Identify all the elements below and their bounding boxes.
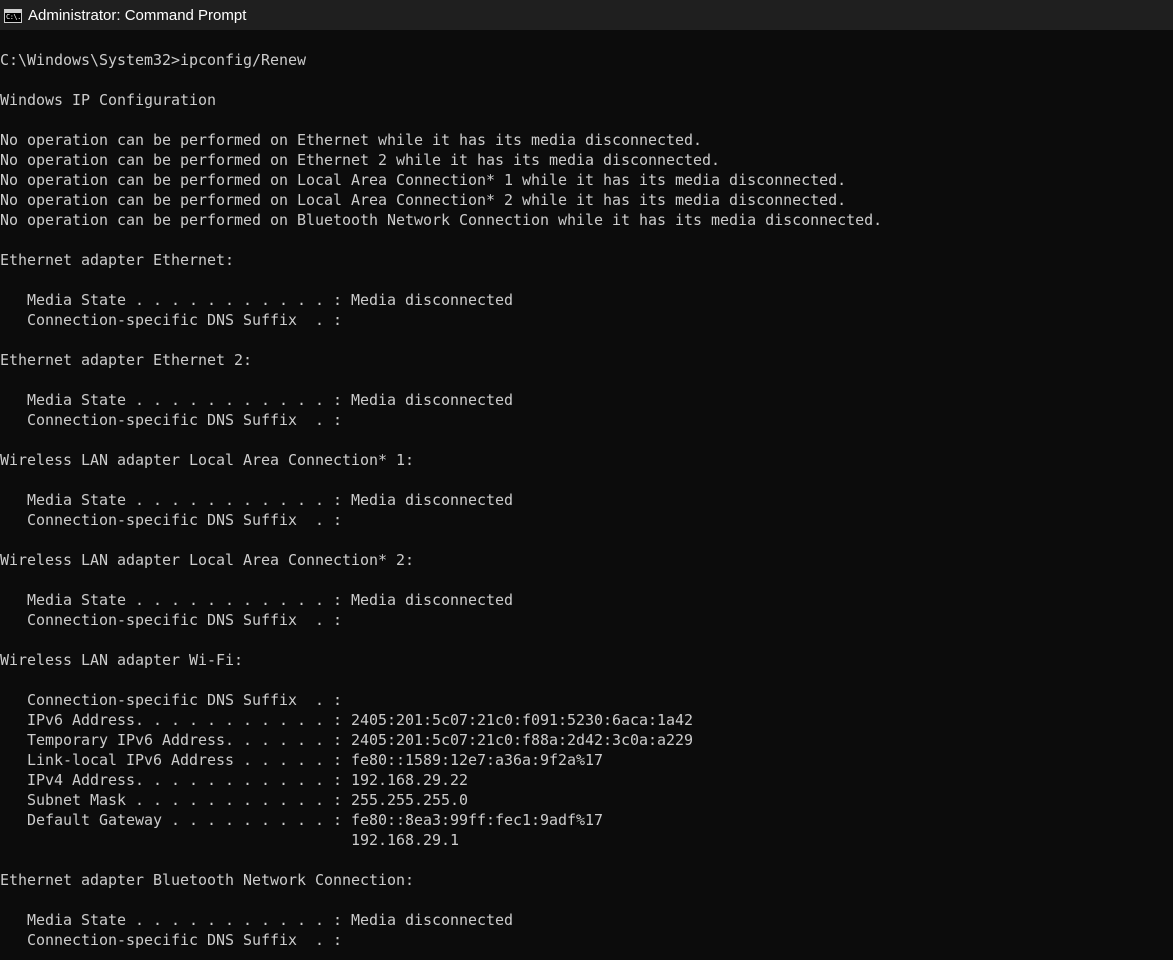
console-line: Default Gateway . . . . . . . . . : fe80… (0, 811, 604, 829)
console-line: No operation can be performed on Local A… (0, 191, 847, 209)
console-line: Media State . . . . . . . . . . . : Medi… (0, 911, 514, 929)
console-line: Subnet Mask . . . . . . . . . . . : 255.… (0, 791, 469, 809)
console-line: IPv4 Address. . . . . . . . . . . : 192.… (0, 771, 469, 789)
console-line: Media State . . . . . . . . . . . : Medi… (0, 491, 514, 509)
console-line: No operation can be performed on Local A… (0, 171, 847, 189)
console-line: Connection-specific DNS Suffix . : (0, 411, 343, 429)
console-line: 192.168.29.1 (0, 831, 460, 849)
console-line: Connection-specific DNS Suffix . : (0, 691, 343, 709)
title-bar[interactable]: C:\. Administrator: Command Prompt (0, 0, 1173, 30)
console-line: Windows IP Configuration (0, 91, 217, 109)
console-line: No operation can be performed on Etherne… (0, 131, 703, 149)
console-line: IPv6 Address. . . . . . . . . . . : 2405… (0, 711, 694, 729)
console-line: Media State . . . . . . . . . . . : Medi… (0, 591, 514, 609)
console-line: Media State . . . . . . . . . . . : Medi… (0, 391, 514, 409)
console-line: Ethernet adapter Ethernet 2: (0, 351, 253, 369)
console-line: Wireless LAN adapter Local Area Connecti… (0, 451, 415, 469)
window-title: Administrator: Command Prompt (28, 6, 247, 24)
console-line: C:\Windows\System32>ipconfig/Renew (0, 51, 307, 69)
console-line: Ethernet adapter Bluetooth Network Conne… (0, 871, 415, 889)
console-line: No operation can be performed on Bluetoo… (0, 211, 883, 229)
console-line: Connection-specific DNS Suffix . : (0, 311, 343, 329)
console-line: Connection-specific DNS Suffix . : (0, 611, 343, 629)
console-line: Link-local IPv6 Address . . . . . : fe80… (0, 751, 604, 769)
console-line: Ethernet adapter Ethernet: (0, 251, 235, 269)
console-line: Connection-specific DNS Suffix . : (0, 511, 343, 529)
console-line: Wireless LAN adapter Local Area Connecti… (0, 551, 415, 569)
console-line: Temporary IPv6 Address. . . . . . : 2405… (0, 731, 694, 749)
console-line: No operation can be performed on Etherne… (0, 151, 721, 169)
cmd-icon: C:\. (4, 8, 22, 23)
command-prompt-window: C:\. Administrator: Command Prompt C:\Wi… (0, 0, 1173, 960)
console-line: Media State . . . . . . . . . . . : Medi… (0, 291, 514, 309)
console-output[interactable]: C:\Windows\System32>ipconfig/Renew Window… (0, 50, 1173, 950)
console-line: Connection-specific DNS Suffix . : (0, 931, 343, 949)
console-line: Wireless LAN adapter Wi-Fi: (0, 651, 244, 669)
